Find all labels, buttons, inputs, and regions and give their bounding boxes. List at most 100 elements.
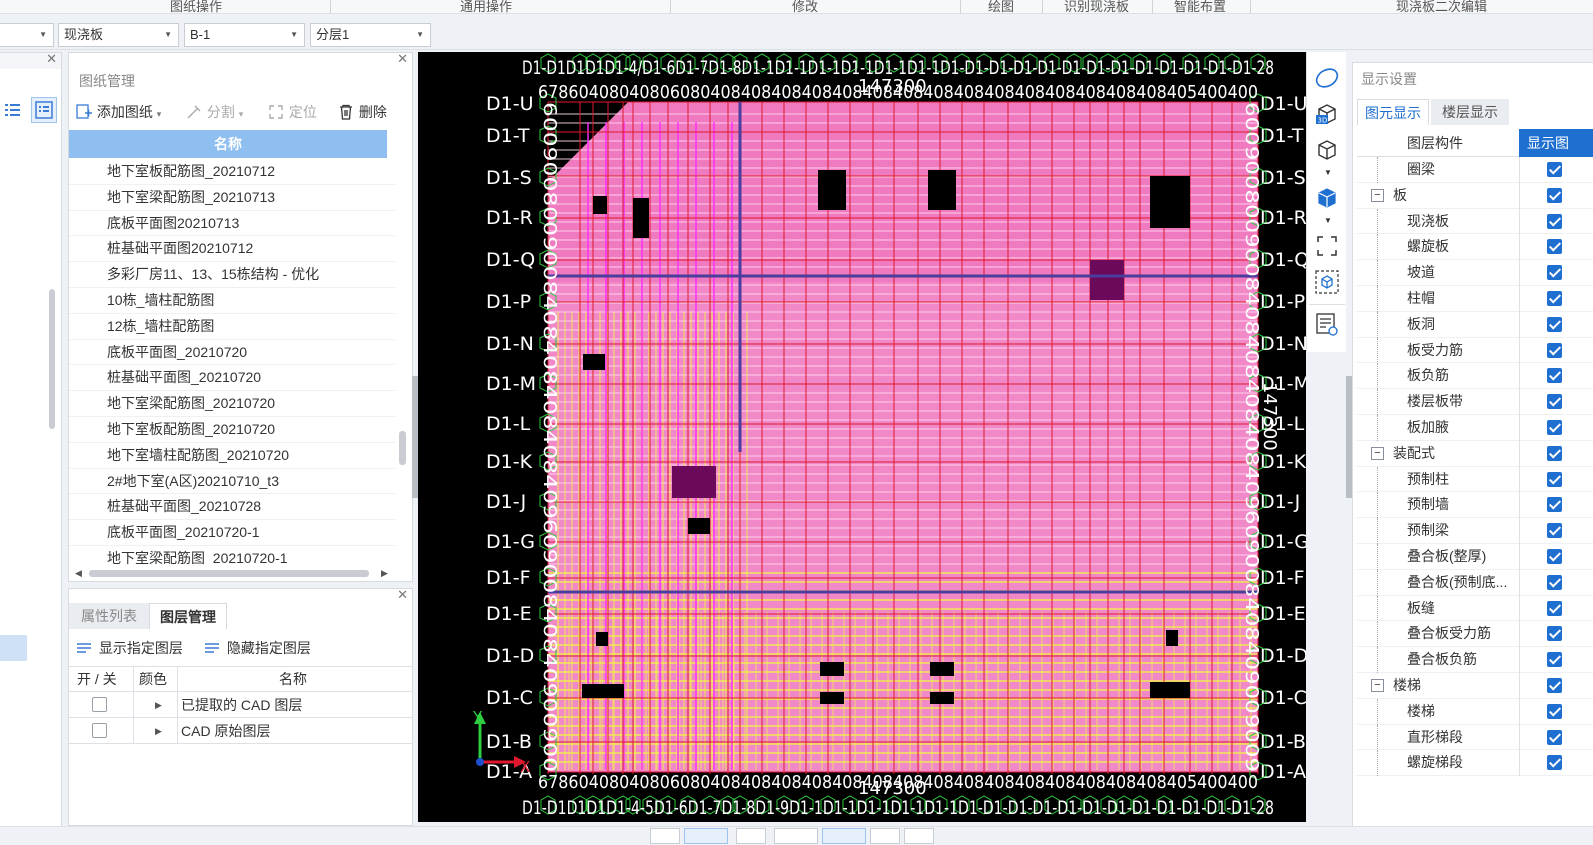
delete-button[interactable]: 删除 xyxy=(337,101,387,123)
layer-toggle-checkbox[interactable] xyxy=(92,697,107,712)
detail-view-icon[interactable] xyxy=(31,97,57,123)
list-item[interactable]: 底板平面图20210713 xyxy=(69,211,395,237)
tree-item-row[interactable]: 叠合板(整厚) xyxy=(1357,544,1593,570)
slab-opening[interactable] xyxy=(1150,176,1190,228)
list-item[interactable]: 地下室板配筋图_20210712 xyxy=(69,159,395,185)
show-checkbox[interactable] xyxy=(1547,678,1562,693)
ribbon-group-identify-slab[interactable]: 识别现浇板 xyxy=(1064,0,1129,13)
show-checkbox[interactable] xyxy=(1547,291,1562,306)
list-item[interactable]: 地下室梁配筋图_20210720 xyxy=(69,391,395,417)
tree-item-row[interactable]: 板加腋 xyxy=(1357,415,1593,441)
column[interactable] xyxy=(930,692,954,704)
ribbon-group-draw[interactable]: 绘图 xyxy=(988,0,1014,13)
show-checkbox[interactable] xyxy=(1547,471,1562,487)
show-checkbox[interactable] xyxy=(1547,652,1562,668)
status-button[interactable] xyxy=(822,828,866,844)
tree-item-row[interactable]: 直形梯段 xyxy=(1357,724,1593,751)
chevron-down-icon[interactable]: ▼ xyxy=(1324,216,1332,225)
show-checkbox[interactable] xyxy=(1547,755,1562,771)
drawing-list-header[interactable]: 名称 xyxy=(69,130,387,158)
tab-element-display[interactable]: 图元显示 xyxy=(1357,99,1429,125)
show-checkbox[interactable] xyxy=(1547,497,1562,513)
add-drawing-button[interactable]: 添加图纸 ▾ xyxy=(75,101,161,123)
column[interactable] xyxy=(633,198,649,238)
tree-item-row[interactable]: 坡道 xyxy=(1357,260,1593,287)
list-item[interactable]: 多彩厂房11、13、15栋结构 - 优化 xyxy=(69,262,395,288)
list-item[interactable]: 2#地下室(A区)20210710_t3 xyxy=(69,469,395,495)
status-button[interactable] xyxy=(684,828,728,844)
selected-tree-item[interactable] xyxy=(0,635,27,661)
show-checkbox[interactable] xyxy=(1547,549,1562,564)
cube-view-icon[interactable] xyxy=(1313,136,1341,164)
component-select[interactable]: B-1 ▼ xyxy=(184,23,305,47)
collapse-icon[interactable]: − xyxy=(1371,679,1384,692)
show-checkbox[interactable] xyxy=(1547,574,1562,590)
status-button[interactable] xyxy=(736,828,766,844)
close-icon[interactable]: ✕ xyxy=(397,587,408,603)
column[interactable] xyxy=(688,518,710,534)
tree-group-row[interactable]: − 板 xyxy=(1357,182,1593,209)
show-checkbox[interactable] xyxy=(1547,394,1562,410)
list-item[interactable]: 桩基础平面图20210712 xyxy=(69,236,395,263)
tree-item-row[interactable]: 叠合板受力筋 xyxy=(1357,621,1593,648)
tab-floor-display[interactable]: 楼层显示 xyxy=(1431,99,1509,125)
chevron-right-icon[interactable]: ▶ xyxy=(155,692,162,718)
show-checkbox[interactable] xyxy=(1547,626,1562,642)
column[interactable] xyxy=(820,692,844,704)
show-checkbox[interactable] xyxy=(1547,445,1562,461)
list-item[interactable]: 地下室梁配筋图_20210713 xyxy=(69,185,395,211)
column[interactable] xyxy=(1166,630,1178,646)
collapse-icon[interactable]: − xyxy=(1371,188,1384,202)
scroll-right-icon[interactable]: ▶ xyxy=(381,568,388,579)
show-checkbox[interactable] xyxy=(1547,729,1562,745)
chevron-down-icon[interactable]: ▼ xyxy=(1324,168,1332,177)
show-checkbox[interactable] xyxy=(1547,265,1562,281)
show-checkbox[interactable] xyxy=(1547,368,1562,384)
close-icon[interactable]: ✕ xyxy=(46,51,57,67)
header-show[interactable]: 显示图 xyxy=(1519,129,1593,157)
tree-item-row[interactable]: 板缝 xyxy=(1357,595,1593,622)
ribbon-group-slab-edit[interactable]: 现浇板二次编辑 xyxy=(1396,0,1487,13)
table-row[interactable]: ▶ 已提取的 CAD 图层 xyxy=(69,692,412,718)
column[interactable] xyxy=(930,662,954,676)
scroll-left-icon[interactable]: ◀ xyxy=(75,568,82,579)
cube-solid-icon[interactable] xyxy=(1313,184,1341,212)
floor-select[interactable]: ▼ xyxy=(0,23,54,47)
column[interactable] xyxy=(1150,682,1190,698)
component-box-icon[interactable] xyxy=(1313,268,1341,296)
tree-group-row[interactable]: − 装配式 xyxy=(1357,440,1593,467)
tree-item-row[interactable]: 螺旋梯段 xyxy=(1357,750,1593,777)
fullscreen-icon[interactable] xyxy=(1313,232,1341,260)
tree-item-row[interactable]: 圈梁 xyxy=(1357,157,1593,183)
dark-slab-block[interactable] xyxy=(1090,260,1124,300)
close-icon[interactable]: ✕ xyxy=(397,51,408,67)
show-checkbox[interactable] xyxy=(1547,239,1562,255)
tab-property-list[interactable]: 属性列表 xyxy=(69,603,149,629)
tree-item-row[interactable]: 柱帽 xyxy=(1357,286,1593,312)
hide-layer-button[interactable]: 隐藏指定图层 xyxy=(203,637,311,659)
list-item[interactable]: 地下室板配筋图_20210720 xyxy=(69,417,395,443)
status-button[interactable] xyxy=(774,828,818,844)
scrollbar-thumb[interactable] xyxy=(49,289,55,429)
column[interactable] xyxy=(582,684,624,698)
column[interactable] xyxy=(583,354,605,370)
status-button[interactable] xyxy=(904,828,934,844)
category-select[interactable]: 现浇板 ▼ xyxy=(58,23,179,47)
list-item[interactable]: 地下室梁配筋图_20210720-1 xyxy=(69,546,395,565)
tree-item-row[interactable]: 板受力筋 xyxy=(1357,337,1593,364)
split-button[interactable]: 分割 ▾ xyxy=(185,101,243,123)
layer-select[interactable]: 分层1 ▼ xyxy=(310,23,431,47)
tree-group-row[interactable]: − 楼梯 xyxy=(1357,673,1593,699)
ribbon-group-modify[interactable]: 修改 xyxy=(792,0,818,13)
dark-slab-block[interactable] xyxy=(672,466,716,498)
layer-list-icon[interactable] xyxy=(1313,310,1341,338)
tree-item-row[interactable]: 板洞 xyxy=(1357,311,1593,338)
layer-toggle-checkbox[interactable] xyxy=(92,723,107,738)
tree-item-row[interactable]: 预制柱 xyxy=(1357,466,1593,493)
cad-drawing[interactable]: D1-U D1-T D1-S D1-R D1-Q D1-P D1-N D1-M D1-L D1-K… xyxy=(418,52,1306,822)
3d-view-icon[interactable]: 3D xyxy=(1313,100,1341,128)
show-checkbox[interactable] xyxy=(1547,162,1562,177)
collapse-icon[interactable]: − xyxy=(1371,446,1384,460)
status-button[interactable] xyxy=(650,828,680,844)
list-item[interactable]: 底板平面图_20210720-1 xyxy=(69,520,395,546)
